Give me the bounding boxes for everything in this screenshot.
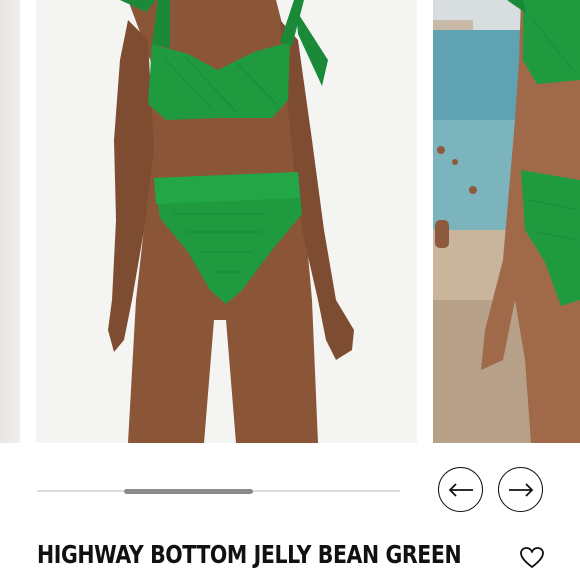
previous-image-peek[interactable] (0, 0, 20, 443)
product-image-main[interactable] (36, 0, 417, 443)
heart-outline-icon (520, 547, 544, 568)
model-photo-beach (433, 0, 580, 443)
product-title: HIGHWAY BOTTOM JELLY BEAN GREEN (37, 540, 462, 569)
model-photo-front (36, 0, 417, 443)
arrow-right-icon (508, 482, 533, 497)
product-image-gallery[interactable] (0, 0, 580, 443)
next-image-button[interactable] (498, 467, 543, 512)
previous-image-button[interactable] (438, 467, 483, 512)
arrow-left-icon (448, 482, 473, 497)
gallery-scrollbar-thumb[interactable] (124, 489, 253, 494)
add-to-wishlist-button[interactable] (519, 546, 545, 570)
product-image-next[interactable] (433, 0, 580, 443)
